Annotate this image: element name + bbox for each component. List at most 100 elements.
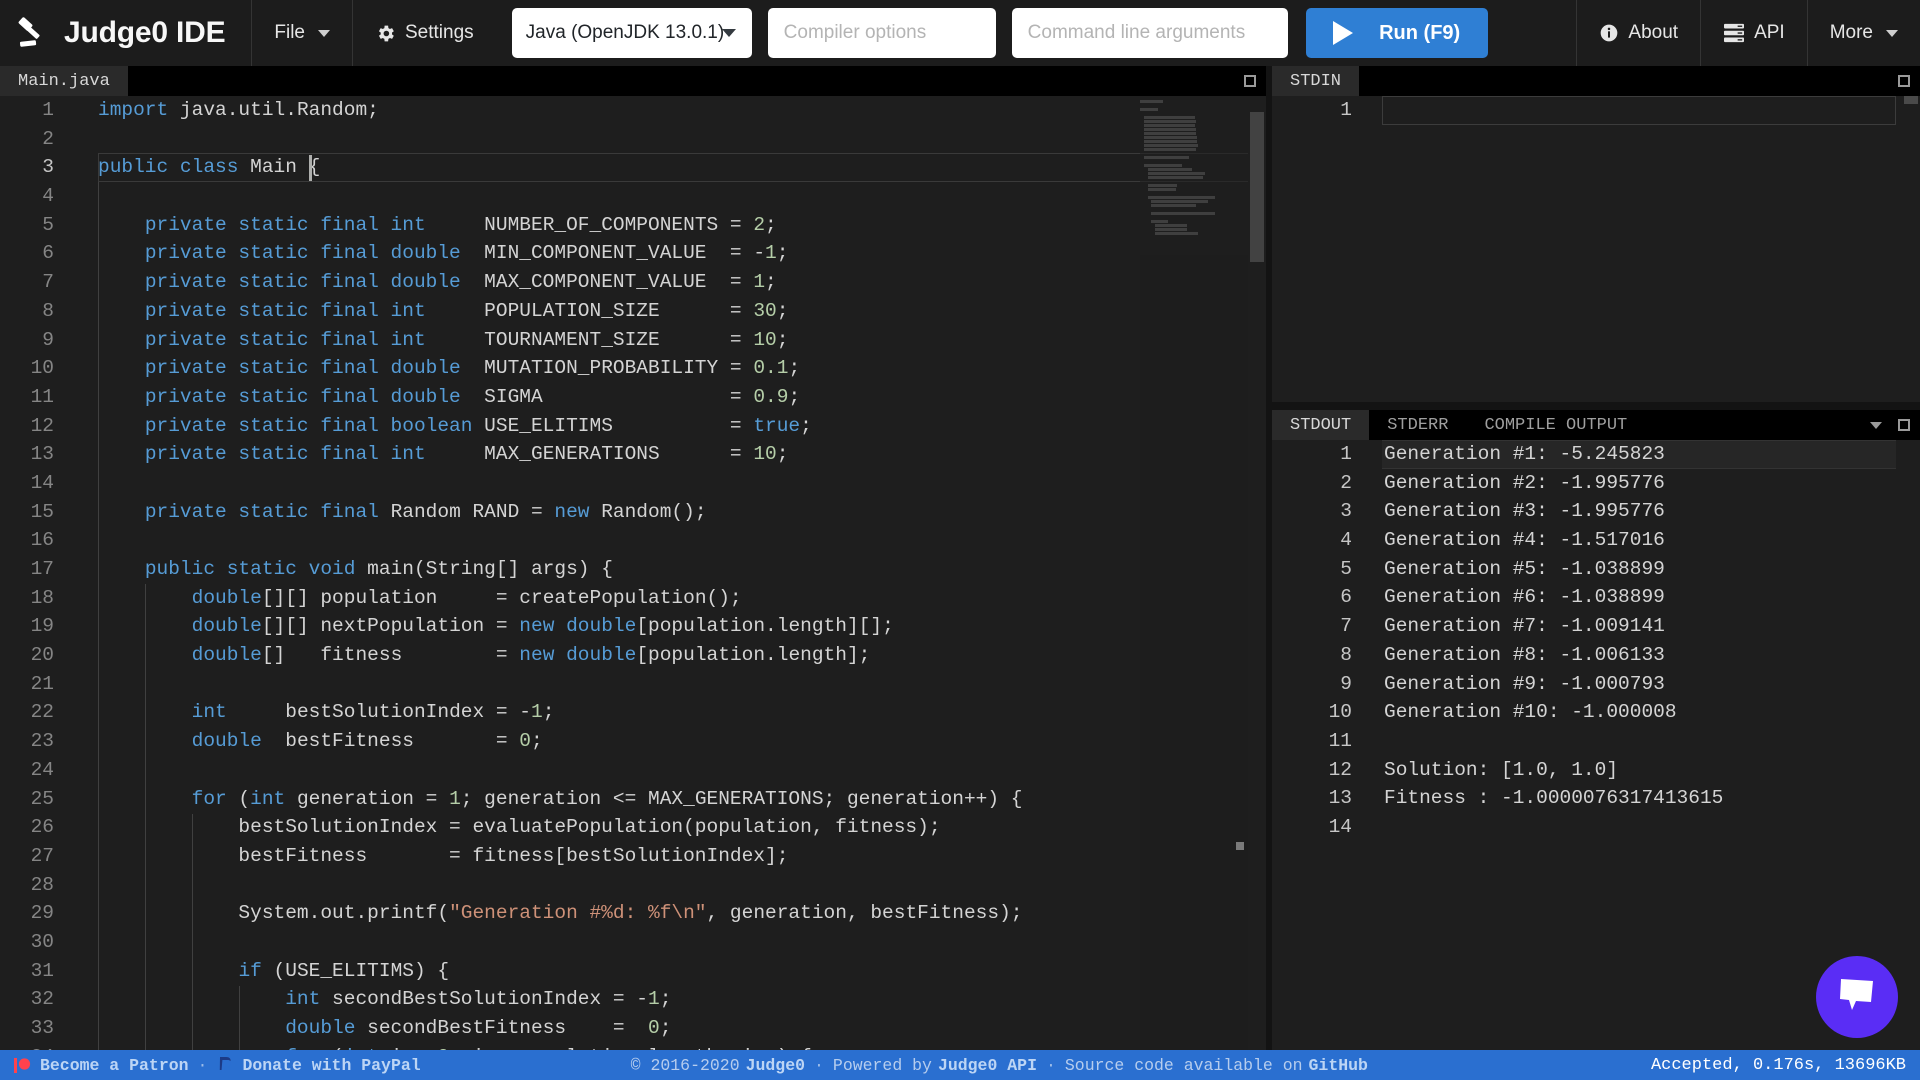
run-button[interactable]: Run (F9) (1306, 8, 1488, 58)
maximize-output-icon[interactable] (1898, 419, 1910, 431)
status-sep-3: · (1037, 1056, 1065, 1075)
file-menu-button[interactable]: File (252, 0, 352, 66)
more-menu-label: More (1830, 22, 1873, 44)
editor-line-number: 17 (0, 555, 72, 584)
editor-line-number: 10 (0, 354, 72, 383)
output-line-number: 14 (1272, 813, 1368, 842)
output-tab-label: STDERR (1387, 416, 1448, 435)
settings-button[interactable]: Settings (353, 0, 496, 66)
chevron-down-icon[interactable] (1870, 422, 1882, 429)
source-code-text: Source code available on (1065, 1056, 1303, 1075)
editor-line-number: 12 (0, 412, 72, 441)
tab-compile-output[interactable]: COMPILE OUTPUT (1466, 410, 1645, 440)
editor-code-line: if (USE_ELITIMS) { (98, 957, 1266, 986)
judge0-api-link[interactable]: Judge0 API (938, 1056, 1037, 1075)
language-select-value: Java (OpenJDK 13.0.1) (526, 22, 725, 44)
output-line-number: 1 (1272, 440, 1368, 469)
status-bar-center: © 2016-2020 Judge0 · Powered by Judge0 A… (631, 1056, 1368, 1075)
editor-code-line (98, 928, 1266, 957)
output-line-number: 4 (1272, 526, 1368, 555)
minimap-line (1148, 176, 1203, 179)
output-line: Generation #3: -1.995776 (1384, 497, 1894, 526)
output-line: Generation #5: -1.038899 (1384, 555, 1894, 584)
info-icon (1599, 23, 1619, 43)
brand-logo[interactable]: Judge0 IDE (0, 0, 251, 66)
editor-line-numbers: 1234567891011121314151617181920212223242… (0, 96, 72, 1050)
minimap-line (1144, 120, 1196, 123)
play-icon (1333, 21, 1353, 45)
editor-code-line: private static final double MIN_COMPONEN… (98, 239, 1266, 268)
output-line-number: 2 (1272, 469, 1368, 498)
editor-code-line (98, 670, 1266, 699)
output-panel: STDOUTSTDERRCOMPILE OUTPUT 1234567891011… (1272, 410, 1920, 1050)
minimap-line (1144, 124, 1195, 127)
stdin-scrollbar-thumb[interactable] (1904, 96, 1918, 104)
minimap-line (1140, 108, 1158, 111)
status-bar-left: Become a Patron · Donate with PayPal (14, 1056, 421, 1075)
output-tab-label: STDOUT (1290, 416, 1351, 435)
editor-code-line: private static final double MAX_COMPONEN… (98, 268, 1266, 297)
stdin-body[interactable]: 1 (1272, 96, 1920, 402)
patreon-link[interactable]: Become a Patron (40, 1056, 189, 1075)
io-pane: STDIN 1 STDOUT STDERR COMPILE OUTPUT (1272, 66, 1920, 1050)
copyright-text: © 2016-2020 (631, 1056, 740, 1075)
tab-main-java[interactable]: Main.java (0, 66, 128, 96)
language-select[interactable]: Java (OpenJDK 13.0.1) (512, 8, 752, 58)
output-tabbar: STDOUT STDERR COMPILE OUTPUT (1272, 410, 1920, 440)
text-cursor (309, 155, 312, 181)
output-text: Generation #1: -5.245823Generation #2: -… (1384, 440, 1894, 842)
editor-line-number: 27 (0, 842, 72, 871)
minimap-line (1151, 204, 1196, 207)
editor-code-line: import java.util.Random; (98, 96, 1266, 125)
editor-line-number: 30 (0, 928, 72, 957)
output-line-number: 8 (1272, 641, 1368, 670)
output-tab-tools (1870, 410, 1920, 440)
editor-scrollbar-thumb[interactable] (1250, 112, 1264, 262)
github-link[interactable]: GitHub (1309, 1056, 1368, 1075)
tab-stderr[interactable]: STDERR (1369, 410, 1466, 440)
top-navbar: Judge0 IDE File Settings Java (OpenJDK 1… (0, 0, 1920, 66)
paypal-link[interactable]: Donate with PayPal (242, 1056, 420, 1075)
tab-stdin-label: STDIN (1290, 72, 1341, 91)
output-scrollbar[interactable] (1902, 440, 1920, 1050)
horizontal-splitter[interactable] (1272, 402, 1920, 410)
stdin-tab-tools (1898, 66, 1920, 96)
editor-minimap[interactable] (1140, 96, 1248, 1050)
compiler-options-input[interactable] (768, 8, 996, 58)
more-menu-button[interactable]: More (1808, 0, 1920, 66)
about-button[interactable]: About (1577, 0, 1700, 66)
stdin-scrollbar[interactable] (1902, 96, 1920, 402)
editor-line-number: 20 (0, 641, 72, 670)
editor-code-line (98, 526, 1266, 555)
indent-guide (145, 584, 146, 1050)
editor-line-number: 2 (0, 125, 72, 154)
command-line-arguments-input[interactable] (1012, 8, 1288, 58)
editor-scrollbar[interactable] (1248, 96, 1266, 1050)
submission-status: Accepted, 0.176s, 13696KB (1651, 1056, 1906, 1075)
minimap-line (1151, 212, 1215, 215)
about-label: About (1628, 22, 1678, 44)
editor-line-number: 14 (0, 469, 72, 498)
maximize-stdin-icon[interactable] (1898, 75, 1910, 87)
chat-widget-button[interactable] (1816, 956, 1898, 1038)
status-bar: Become a Patron · Donate with PayPal © 2… (0, 1050, 1920, 1080)
editor-line-number: 22 (0, 698, 72, 727)
editor-line-number: 31 (0, 957, 72, 986)
output-line-number: 12 (1272, 756, 1368, 785)
maximize-editor-icon[interactable] (1244, 75, 1256, 87)
judge0-link[interactable]: Judge0 (746, 1056, 805, 1075)
stdin-tabbar: STDIN (1272, 66, 1920, 96)
editor-code-line: private static final boolean USE_ELITIMS… (98, 412, 1266, 441)
code-editor[interactable]: 1234567891011121314151617181920212223242… (0, 96, 1266, 1050)
api-button[interactable]: API (1701, 0, 1807, 66)
editor-code-line: private static final int MAX_GENERATIONS… (98, 440, 1266, 469)
minimap-line (1144, 140, 1197, 143)
editor-line-number: 26 (0, 813, 72, 842)
editor-line-number: 25 (0, 785, 72, 814)
editor-line-number: 3 (0, 153, 72, 182)
editor-code-line: private static final Random RAND = new R… (98, 498, 1266, 527)
output-body[interactable]: 1234567891011121314 Generation #1: -5.24… (1272, 440, 1920, 1050)
chevron-down-icon (318, 30, 330, 37)
tab-stdin[interactable]: STDIN (1272, 66, 1359, 96)
tab-stdout[interactable]: STDOUT (1272, 410, 1369, 440)
